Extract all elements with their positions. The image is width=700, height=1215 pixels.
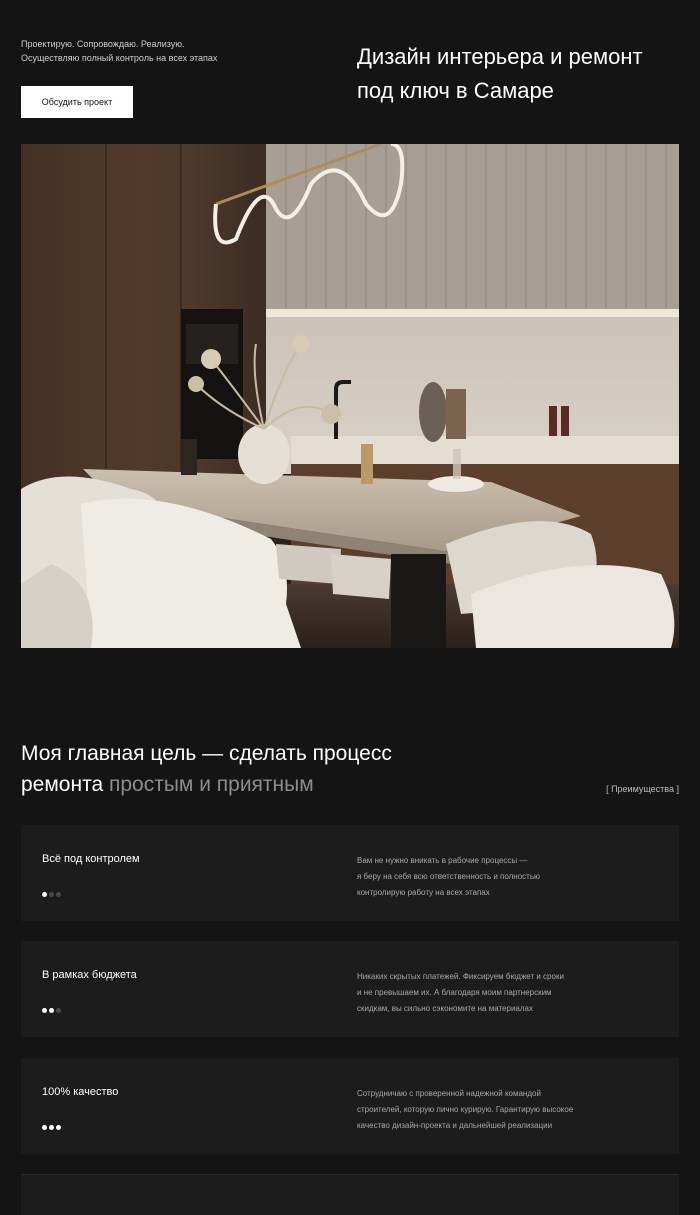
page-title: Дизайн интерьера и ремонт под ключ в Сам… [357,40,687,108]
advantage-card: Всё под контролем Вам не нужно вникать в… [21,825,679,921]
goal-line2-muted: простым и приятным [108,773,314,796]
desc-line: я беру на себя всю ответственность и пол… [357,872,541,881]
kitchen-illustration [21,144,679,648]
progress-dots [42,1008,61,1013]
card-description: Сотрудничаю с проверенной надежной коман… [357,1086,587,1134]
title-line: Дизайн интерьера и ремонт [357,44,643,69]
tagline-line: Проектирую. Сопровождаю. Реализую. [21,39,185,49]
desc-line: контролирую работу на всех этапах [357,888,490,897]
dot [49,1008,54,1013]
goal-heading: Моя главная цель — сделать процесс ремон… [21,738,441,800]
goal-line2-white: ремонта [21,773,104,796]
advantages-tag: [ Преимущества ] [606,784,679,794]
card-description: Никаких скрытых платежей. Фиксируем бюдж… [357,969,587,1017]
title-line: под ключ в Самаре [357,78,554,103]
dot [42,1125,47,1130]
dot [49,1125,54,1130]
hero-kitchen-image [21,144,679,648]
dot [49,892,54,897]
card-title: Всё под контролем [42,853,140,865]
advantage-card: 100% качество Сотрудничаю с проверенной … [21,1058,679,1154]
dot [42,892,47,897]
progress-dots [42,1125,61,1130]
card-description: Вам не нужно вникать в рабочие процессы … [357,853,587,901]
desc-line: строителей, которую лично курирую. Гаран… [357,1105,574,1114]
desc-line: Сотрудничаю с проверенной надежной коман… [357,1089,541,1098]
tagline-line: Осуществляю полный контроль на всех этап… [21,53,218,63]
desc-line: Вам не нужно вникать в рабочие процессы … [357,856,528,865]
desc-line: и не превышаем их. А благодаря моим парт… [357,988,552,997]
advantage-card: В рамках бюджета Никаких скрытых платеже… [21,941,679,1037]
dot [56,1008,61,1013]
hero-tagline: Проектирую. Сопровождаю. Реализую. Осуще… [21,37,217,65]
desc-line: Никаких скрытых платежей. Фиксируем бюдж… [357,972,564,981]
desc-line: качество дизайн-проекта и дальнейшей реа… [357,1121,553,1130]
desc-line: скидкам, вы сильно сэкономите на материа… [357,1004,533,1013]
dot [56,1125,61,1130]
dot [42,1008,47,1013]
goal-line1: Моя главная цель — сделать процесс [21,742,392,765]
discuss-project-button[interactable]: Обсудить проект [21,86,133,118]
card-title: В рамках бюджета [42,969,137,981]
advantage-card-partial [21,1174,679,1215]
card-title: 100% качество [42,1086,119,1098]
progress-dots [42,892,61,897]
dot [56,892,61,897]
